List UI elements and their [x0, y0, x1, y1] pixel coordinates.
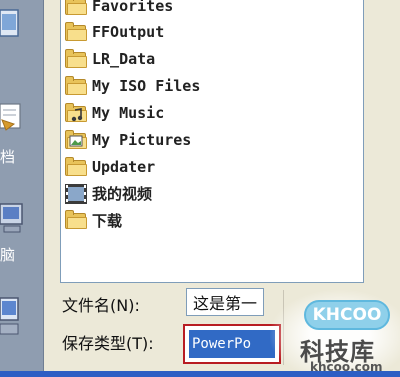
- list-item[interactable]: 我的视频: [63, 181, 152, 205]
- file-name: Favorites: [92, 0, 174, 15]
- file-name: FFOutput: [92, 23, 165, 41]
- file-name: My Music: [92, 104, 165, 122]
- watermark-logo: KHCOO: [304, 300, 390, 330]
- list-item[interactable]: My ISO Files: [63, 74, 200, 98]
- file-name: 我的视频: [92, 184, 153, 203]
- folder-icon: [63, 209, 89, 231]
- list-item[interactable]: LR_Data: [63, 47, 155, 71]
- my-computer-icon: [0, 203, 23, 233]
- my-documents-icon: [0, 103, 21, 131]
- places-item-label: 脑: [0, 246, 17, 264]
- window-bottom-edge: [0, 371, 400, 377]
- folder-icon: [63, 48, 89, 70]
- list-item[interactable]: My Music: [63, 101, 164, 125]
- pictures-folder-icon: [63, 129, 89, 151]
- file-list-pane[interactable]: Favorites FFOutput LR_Data My ISO Files …: [60, 0, 364, 283]
- folder-icon: [63, 75, 89, 97]
- filetype-label: 保存类型(T):: [62, 334, 154, 353]
- places-item-label: 档: [0, 148, 17, 166]
- filename-value: 这是第一: [193, 294, 258, 313]
- folder-icon: [63, 0, 89, 17]
- folder-icon: [63, 156, 89, 178]
- list-item[interactable]: My Pictures: [63, 128, 191, 152]
- filetype-selected-value: PowerPo: [189, 330, 275, 358]
- file-name: My ISO Files: [92, 77, 201, 95]
- file-name: My Pictures: [92, 131, 192, 149]
- list-item[interactable]: Updater: [63, 155, 155, 179]
- places-item-network[interactable]: [0, 292, 44, 352]
- folder-icon: [63, 21, 89, 43]
- places-bar: 档 脑: [0, 0, 44, 377]
- filename-field[interactable]: 这是第一: [186, 288, 264, 316]
- watermark: KHCOO 科技库 khcoo.com: [270, 290, 400, 377]
- filetype-select[interactable]: PowerPo: [183, 324, 281, 364]
- list-item[interactable]: FFOutput: [63, 20, 164, 44]
- places-item-desktop[interactable]: [0, 0, 44, 60]
- list-item[interactable]: Favorites: [63, 0, 173, 18]
- file-name: Updater: [92, 158, 156, 176]
- video-folder-icon: [63, 182, 89, 204]
- file-name: LR_Data: [92, 50, 156, 68]
- music-folder-icon: [63, 102, 89, 124]
- places-item-my-computer[interactable]: 脑: [0, 196, 44, 271]
- desktop-icon: [0, 9, 19, 37]
- filename-label: 文件名(N):: [62, 296, 140, 315]
- network-places-icon: [0, 297, 19, 335]
- list-item[interactable]: 下载: [63, 208, 122, 232]
- file-name: 下载: [92, 211, 123, 230]
- places-item-my-documents[interactable]: 档: [0, 100, 44, 175]
